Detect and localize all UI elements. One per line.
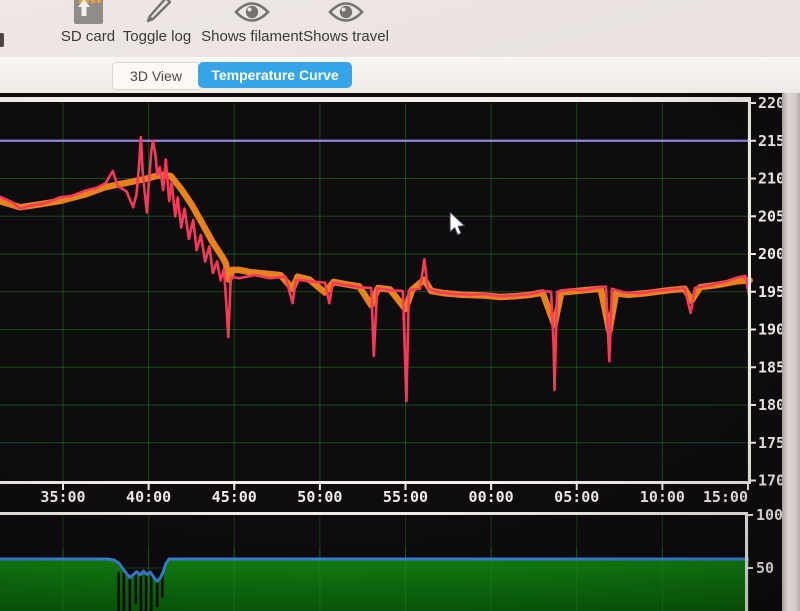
y-tick-label: 50 — [756, 559, 774, 577]
x-tick-label: 05:00 — [554, 488, 599, 506]
toolbar-button-shows-travel[interactable]: Shows travel — [291, 0, 401, 45]
temperature-avg-line — [0, 175, 750, 331]
y-tick-label: 190 — [758, 321, 782, 339]
y-tick-label: 195 — [758, 283, 782, 301]
y-tick-label: 210 — [758, 170, 782, 188]
pencil-icon — [102, 0, 212, 25]
x-tick-label: 10:00 — [640, 488, 685, 506]
toolbar: SD card Toggle log Shows filament — [0, 0, 800, 57]
x-tick-label: 50:00 — [297, 488, 342, 506]
x-tick-label: 00:00 — [469, 488, 514, 506]
x-tick-label: 45:00 — [212, 488, 257, 506]
y-tick-label: 220 — [758, 94, 782, 112]
y-tick-label: 100 — [756, 506, 782, 524]
tab-bar: 3D View Temperature Curve — [0, 57, 800, 95]
output-area-fill — [0, 559, 749, 611]
toolbar-button-toggle-log[interactable]: Toggle log — [102, 0, 212, 45]
temperature-actual-line — [0, 137, 749, 401]
output-chart-right-border — [745, 512, 748, 611]
output-chart-top-border — [0, 512, 748, 515]
x-tick-label: 55:00 — [383, 488, 428, 506]
x-tick-label: 35:00 — [40, 488, 85, 506]
toolbar-label-shows-travel: Shows travel — [291, 28, 401, 45]
toolbar-label-toggle-log: Toggle log — [102, 28, 212, 45]
y-tick-label: 170 — [758, 472, 782, 490]
tab-3d-view[interactable]: 3D View — [112, 62, 199, 90]
x-tick-label: 40:00 — [126, 488, 171, 506]
temperature-chart-panel: 35:00 40:00 45:00 50:00 55:00 00:00 05:00 10:00… — [0, 93, 782, 611]
y-tick-label: 185 — [758, 358, 782, 376]
chart-top-border — [0, 97, 751, 102]
chart-right-border — [748, 97, 751, 484]
y-tick-label: 200 — [758, 245, 782, 263]
tab-temperature-curve[interactable]: Temperature Curve — [198, 62, 352, 88]
y-tick-label: 215 — [758, 132, 782, 150]
y-tick-label: 180 — [758, 396, 782, 414]
chart-svg: 35:00 40:00 45:00 50:00 55:00 00:00 05:00 10:00… — [0, 93, 782, 611]
x-tick-label: 15:00 — [703, 488, 748, 506]
cropped-icon-fragment — [0, 33, 4, 47]
y-tick-label: 205 — [758, 207, 782, 225]
eye-icon — [291, 0, 401, 25]
y-tick-label: 175 — [758, 434, 782, 452]
x-axis-line — [0, 481, 751, 484]
app-window: SD card Toggle log Shows filament — [0, 0, 800, 611]
screen-bezel-strip — [782, 93, 800, 611]
